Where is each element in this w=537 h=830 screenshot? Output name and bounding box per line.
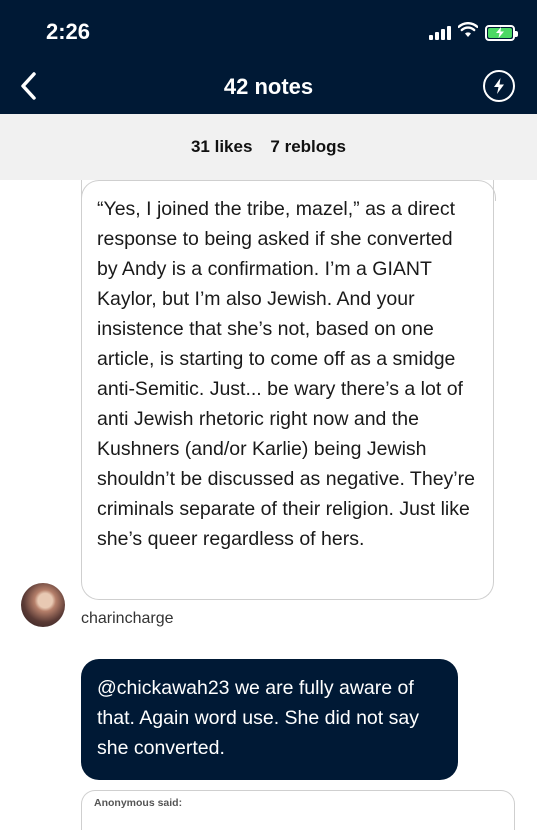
tab-reblogs[interactable]: 7 reblogs — [270, 137, 346, 157]
page-title: 42 notes — [223, 74, 314, 99]
top-bar: 2:26 42 notes — [0, 0, 537, 114]
avatar[interactable] — [21, 583, 65, 627]
anonymous-label: Anonymous said: — [94, 797, 183, 809]
sent-message-bubble: @chickawah23 we are fully aware of that.… — [81, 659, 458, 780]
username[interactable]: charincharge — [81, 610, 174, 628]
status-icons — [429, 22, 518, 43]
lightning-bolt-icon — [494, 78, 504, 94]
signal-icon — [429, 25, 451, 40]
message-text: @chickawah23 we are fully aware of that.… — [97, 677, 419, 759]
status-time: 2:26 — [46, 19, 91, 44]
tab-likes[interactable]: 31 likes — [191, 137, 252, 157]
message-text: “Yes, I joined the tribe, mazel,” as a d… — [97, 198, 475, 550]
received-message-bubble: “Yes, I joined the tribe, mazel,” as a d… — [81, 180, 496, 600]
notes-tabs: 31 likes 7 reblogs — [0, 114, 537, 180]
wifi-icon — [457, 22, 479, 43]
anonymous-question-card[interactable]: Anonymous said: — [81, 790, 515, 830]
lightning-bolt-button[interactable] — [483, 70, 515, 102]
battery-icon — [485, 24, 518, 41]
